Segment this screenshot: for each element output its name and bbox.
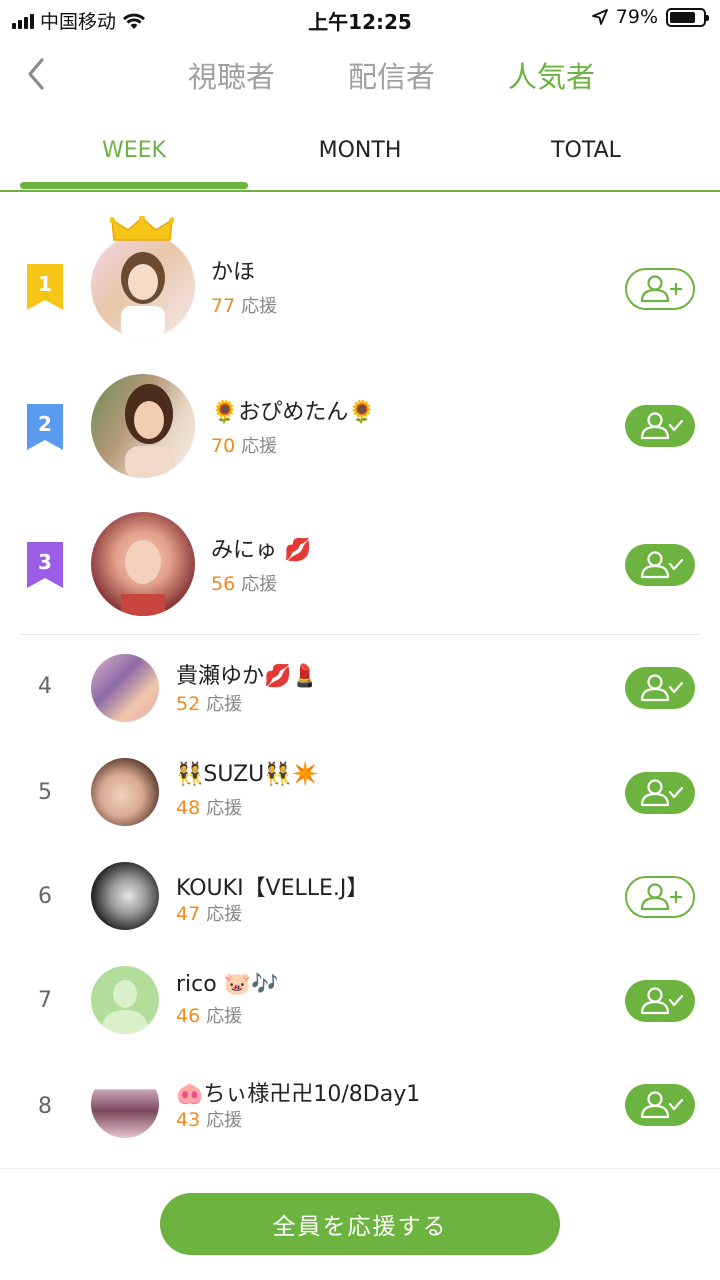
user-check-icon	[640, 1091, 683, 1119]
cheer-label: 応援	[206, 694, 243, 715]
cheer-count-value: 77	[211, 295, 236, 317]
default-avatar-icon	[101, 980, 149, 1034]
user-check-icon	[640, 551, 683, 579]
following-button[interactable]	[625, 980, 695, 1022]
ranking-row-5[interactable]: 5 👯SUZU👯✴️ 48 応援	[0, 740, 720, 844]
user-name: 貴瀬ゆか💋💄	[176, 664, 319, 689]
avatar[interactable]	[91, 654, 159, 722]
avatar[interactable]	[91, 966, 159, 1034]
user-check-icon	[640, 779, 683, 807]
user-name: みにゅ 💋	[211, 538, 312, 563]
following-button[interactable]	[625, 544, 695, 586]
rank-number: 4	[38, 674, 52, 699]
following-button[interactable]	[625, 1084, 695, 1126]
cheer-count: 56 応援	[211, 570, 277, 596]
cheer-count-value: 46	[176, 1005, 201, 1027]
avatar-photo	[121, 540, 165, 616]
cheer-label: 応援	[206, 1006, 243, 1027]
cheer-count: 77 応援	[211, 292, 277, 318]
ranking-row-2[interactable]: 2 🌻おぴめたん🌻 70 応援	[0, 352, 720, 492]
avatar-photo	[125, 384, 175, 478]
cheer-label: 応援	[206, 1110, 243, 1131]
user-name: 🌻おぴめたん🌻	[211, 400, 376, 425]
tab-popular[interactable]: 人気者	[508, 54, 595, 96]
avatar[interactable]	[91, 1070, 159, 1138]
cheer-count: 46 応援	[176, 1002, 242, 1028]
cheer-count-value: 70	[211, 435, 236, 457]
user-name: 👯SUZU👯✴️	[176, 762, 320, 787]
cheer-count: 48 応援	[176, 794, 242, 820]
rank-number: 5	[38, 780, 52, 805]
rank-number: 6	[38, 884, 52, 909]
ranking-row-4[interactable]: 4 貴瀬ゆか💋💄 52 応援	[0, 636, 720, 740]
user-check-icon	[640, 987, 683, 1015]
battery-level	[670, 11, 696, 23]
following-button[interactable]	[625, 772, 695, 814]
cheer-all-button[interactable]: 全員を応援する	[160, 1193, 560, 1255]
cheer-count-value: 43	[176, 1109, 201, 1131]
following-button[interactable]	[625, 667, 695, 709]
period-tabs: WEEK MONTH TOTAL	[0, 128, 720, 192]
avatar[interactable]	[91, 758, 159, 826]
nav-header: 視聴者 配信者 人気者	[0, 40, 720, 110]
user-check-icon	[640, 412, 683, 440]
avatar-illustration	[121, 252, 165, 338]
ranking-row-1[interactable]: 1 かほ 77 応援	[0, 212, 720, 352]
status-bar: 中国移动 上午12:25 79%	[0, 0, 720, 38]
ranking-row-8[interactable]: 8 🐽ちぃ様卍卍10/8Day1 43 応援	[0, 1052, 720, 1162]
user-name: rico 🐷🎶	[176, 972, 279, 997]
battery-percent: 79%	[615, 6, 658, 28]
battery-icon	[666, 7, 709, 27]
active-tab-indicator	[20, 182, 248, 189]
ranking-row-7[interactable]: 7 rico 🐷🎶 46 応援	[0, 948, 720, 1052]
add-user-icon	[640, 883, 683, 911]
bottom-bar: 全員を応援する	[0, 1168, 720, 1280]
avatar[interactable]	[91, 862, 159, 930]
cheer-count: 43 応援	[176, 1106, 242, 1132]
cheer-count-value: 47	[176, 903, 201, 925]
user-check-icon	[640, 674, 683, 702]
rank-number: 8	[38, 1094, 52, 1119]
avatar[interactable]	[91, 374, 195, 478]
tab-viewers[interactable]: 視聴者	[188, 54, 275, 96]
cheer-label: 応援	[206, 904, 243, 925]
back-chevron-icon[interactable]	[22, 54, 52, 94]
ranking-row-3[interactable]: 3 みにゅ 💋 56 応援	[0, 492, 720, 632]
cheer-label: 応援	[206, 798, 243, 819]
tab-month[interactable]: MONTH	[240, 138, 480, 163]
user-name: 🐽ちぃ様卍卍10/8Day1	[176, 1082, 421, 1107]
cheer-label: 応援	[241, 296, 278, 317]
following-button[interactable]	[625, 405, 695, 447]
rank-number: 7	[38, 988, 52, 1013]
ranking-row-6[interactable]: 6 KOUKI【VELLE.J】 47 応援	[0, 844, 720, 948]
top-three-divider	[20, 634, 700, 635]
avatar[interactable]	[91, 234, 195, 338]
add-user-icon	[640, 275, 683, 303]
user-name: かほ	[211, 260, 256, 285]
location-arrow-icon	[591, 9, 608, 25]
cheer-count-value: 52	[176, 693, 201, 715]
rank-number: 2	[38, 412, 52, 436]
tab-week[interactable]: WEEK	[14, 138, 254, 163]
rank-number: 1	[38, 272, 52, 296]
follow-button[interactable]	[625, 268, 695, 310]
user-name: KOUKI【VELLE.J】	[176, 876, 369, 901]
follow-button[interactable]	[625, 876, 695, 918]
rank-number: 3	[38, 550, 52, 574]
crown-icon	[110, 216, 174, 241]
tab-streamers[interactable]: 配信者	[348, 54, 435, 96]
cheer-count: 47 応援	[176, 900, 242, 926]
cheer-count-value: 56	[211, 573, 236, 595]
status-right: 79%	[591, 6, 709, 28]
tab-total[interactable]: TOTAL	[466, 138, 706, 163]
cheer-count: 70 応援	[211, 432, 277, 458]
avatar[interactable]	[91, 512, 195, 616]
cheer-count: 52 応援	[176, 690, 242, 716]
cheer-count-value: 48	[176, 797, 201, 819]
cheer-label: 応援	[241, 574, 278, 595]
cheer-label: 応援	[241, 436, 278, 457]
